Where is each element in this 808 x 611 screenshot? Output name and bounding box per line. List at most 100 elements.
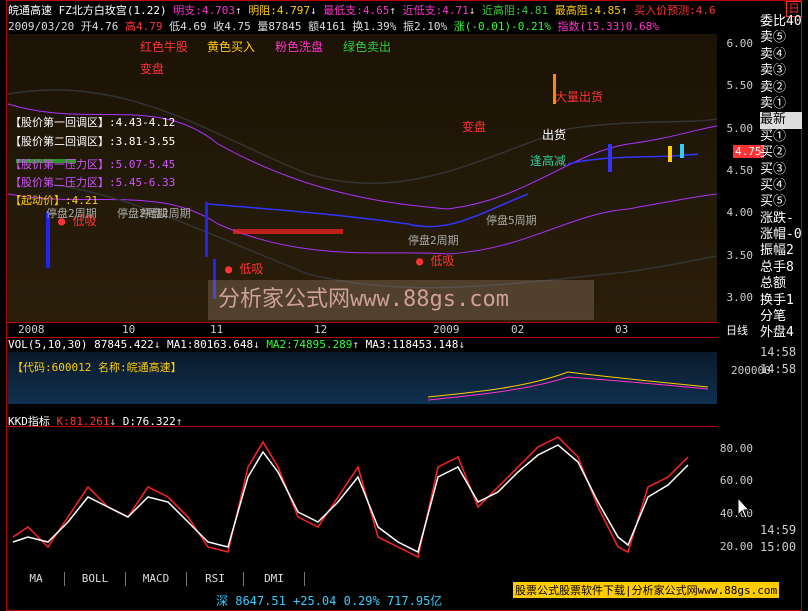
stock-name: 皖通高速 (8, 4, 52, 17)
buy-low-3-text: 低吸 (430, 254, 455, 268)
sell-label: 出货 (542, 128, 567, 142)
zone-second-pressure: 【股价第二压力区】:5.45-6.33 (10, 176, 176, 189)
tab-ma[interactable]: MA (8, 572, 65, 586)
sidebar-item[interactable]: 涨帽-0 (760, 227, 802, 243)
sidebar-item[interactable]: 换手1 (760, 293, 802, 309)
sidebar-item[interactable]: 分笔 (760, 309, 802, 325)
tab-dmi[interactable]: DMI (244, 572, 305, 586)
halt-label-5: 停盘2周期 (140, 207, 191, 220)
sidebar-item[interactable]: 买③ (760, 162, 802, 178)
price-tick: 4.50 (726, 164, 754, 177)
legend-green: 绿色卖出 (343, 40, 392, 54)
sidebar-item[interactable]: 卖⑤ (760, 30, 802, 46)
kdj-tick: 60.00 (719, 474, 753, 487)
quote-open: 开4.76 (80, 20, 119, 33)
tick-time: 15:00 (760, 540, 797, 554)
sidebar-item[interactable]: 涨跌- (760, 211, 802, 227)
quote-index: 指数(15.33)0.68% (557, 20, 659, 33)
sidebar-item[interactable]: 总手8 (760, 260, 802, 276)
stock-code-info: 【代码:600012 名称:皖通高速】 (12, 361, 182, 374)
sidebar-item[interactable]: 卖① (760, 96, 802, 112)
time-tick: 12 (314, 323, 328, 336)
quote-date: 2009/03/20 (8, 20, 75, 33)
legend-red: 红色牛股 (140, 40, 189, 54)
biandian-label-2: 变盘 (462, 120, 487, 134)
sidebar-item-selected[interactable]: 最新 (760, 112, 802, 129)
vol-header: VOL(5,10,30) 87845.422↓ MA1:80163.648↓ M… (8, 338, 465, 351)
sidebar-item[interactable]: 委比40 (760, 14, 802, 30)
reduce-label: 逢高减 (530, 154, 567, 168)
sidebar-item[interactable]: 卖③ (760, 63, 802, 79)
quote-change: 涨(-0.01)-0.21% (453, 20, 551, 33)
quote-volume: 量87845 (257, 20, 302, 33)
price-tick: 3.00 (726, 291, 754, 304)
tick-times: 14:58 14:58 (760, 344, 802, 378)
kdj-tick: 80.00 (719, 442, 753, 455)
indicator-name: FZ北方白玫宫(1.22) (58, 4, 167, 17)
sidebar-item[interactable]: 买⑤ (760, 194, 802, 210)
mouse-cursor-icon (737, 497, 751, 519)
quote-sidebar: 委比40 卖⑤ 卖④ 卖③ 卖② 卖① 最新 买① 买② 买③ 买④ 买⑤ 涨跌… (760, 14, 802, 342)
tab-boll[interactable]: BOLL (65, 572, 126, 586)
kdj-chart[interactable] (8, 426, 717, 571)
kdj-tick: 20.00 (719, 540, 753, 553)
mairu-yuce: 买入价预测:4.6 (634, 4, 716, 17)
vol-ma3: MA3:118453.148 (365, 338, 459, 351)
quote-turnover: 换1.39% (352, 20, 397, 33)
header-line-1: 皖通高速 FZ北方白玫宫(1.22) 明支:4.703↑ 明阻:4.797↓ 最… (8, 4, 716, 17)
time-axis: 2008 10 11 12 2009 02 03 (8, 322, 717, 338)
tab-macd[interactable]: MACD (126, 572, 187, 586)
sidebar-item[interactable]: 买① (760, 129, 802, 145)
header-line-2: 2009/03/20 开4.76 高4.79 低4.69 收4.75 量8784… (8, 18, 659, 34)
ming-zu: 明阻:4.797 (248, 4, 310, 17)
time-tick: 10 (122, 323, 136, 336)
zuigao-zu: 最高阻:4.85 (554, 4, 621, 17)
vol-ma1: MA1:80163.648 (166, 338, 254, 351)
quote-amplitude: 振2.10% (402, 20, 448, 33)
zone-first-pullback: 【股价第一回调区】:4.43-4.12 (10, 116, 176, 129)
tick-time: 14:58 (760, 362, 797, 376)
zuidi-zhi: 最低支:4.65 (323, 4, 390, 17)
watermark: 分析家公式网www.88gs.com (208, 280, 594, 320)
sidebar-item[interactable]: 卖② (760, 80, 802, 96)
sidebar-item[interactable]: 卖④ (760, 47, 802, 63)
time-tick: 02 (511, 323, 525, 336)
sidebar-item[interactable]: 买④ (760, 178, 802, 194)
price-tick: 6.00 (726, 37, 754, 50)
period-label[interactable]: 日线 (726, 322, 748, 338)
vol-value: 87845.422 (94, 338, 154, 351)
jingao-zu: 近高阻:4.81 (481, 4, 549, 17)
vol-title: VOL(5,10,30) (8, 338, 88, 351)
price-axis: 6.00 5.50 5.00 4.50 4.00 3.50 3.00 (717, 34, 757, 322)
vol-ma2: MA2:74895.289 (266, 338, 353, 351)
price-tick: 5.50 (726, 79, 754, 92)
halt-label-4: 停盘5周期 (486, 214, 537, 227)
sidebar-item[interactable]: 外盘4 (760, 325, 802, 341)
sidebar-item[interactable]: 振幅2 (760, 243, 802, 259)
legend-pink: 粉色洗盘 (275, 40, 324, 54)
tab-rsi[interactable]: RSI (187, 572, 244, 586)
zone-first-pressure: 【股价第一压力区】:5.07-5.45 (10, 158, 176, 171)
time-tick: 2009 (433, 323, 460, 336)
big-sell-label: 大量出货 (555, 90, 604, 104)
halt-label-1: 停盘2周期 (46, 207, 97, 220)
halt-label-3: 停盘2周期 (408, 234, 459, 247)
jindi-zhi: 近低支:4.71 (402, 4, 469, 17)
sidebar-item[interactable]: 买② (760, 145, 802, 161)
quote-amount: 额4161 (308, 20, 346, 33)
time-tick: 03 (615, 323, 629, 336)
sidebar-item[interactable]: 总额 (760, 276, 802, 292)
ad-banner[interactable]: 股票公式股票软件下载|分析家公式网www.88gs.com (513, 582, 780, 598)
biandian-label: 变盘 (140, 62, 165, 76)
tick-time: 14:58 (760, 345, 797, 359)
tick-time: 14:59 (760, 523, 797, 537)
price-tick: 4.00 (726, 206, 754, 219)
zone-second-pullback: 【股价第二回调区】:3.81-3.55 (10, 135, 176, 148)
quote-high: 高4.79 (124, 20, 163, 33)
kdj-svg (12, 436, 689, 559)
time-tick: 11 (210, 323, 224, 336)
buy-low-3: ● 低吸 (416, 254, 455, 268)
tick-times-2: 14:59 15:00 (760, 522, 802, 556)
legend-yellow: 黄色买入 (207, 40, 256, 54)
buy-low-2-text: 低吸 (239, 262, 264, 276)
